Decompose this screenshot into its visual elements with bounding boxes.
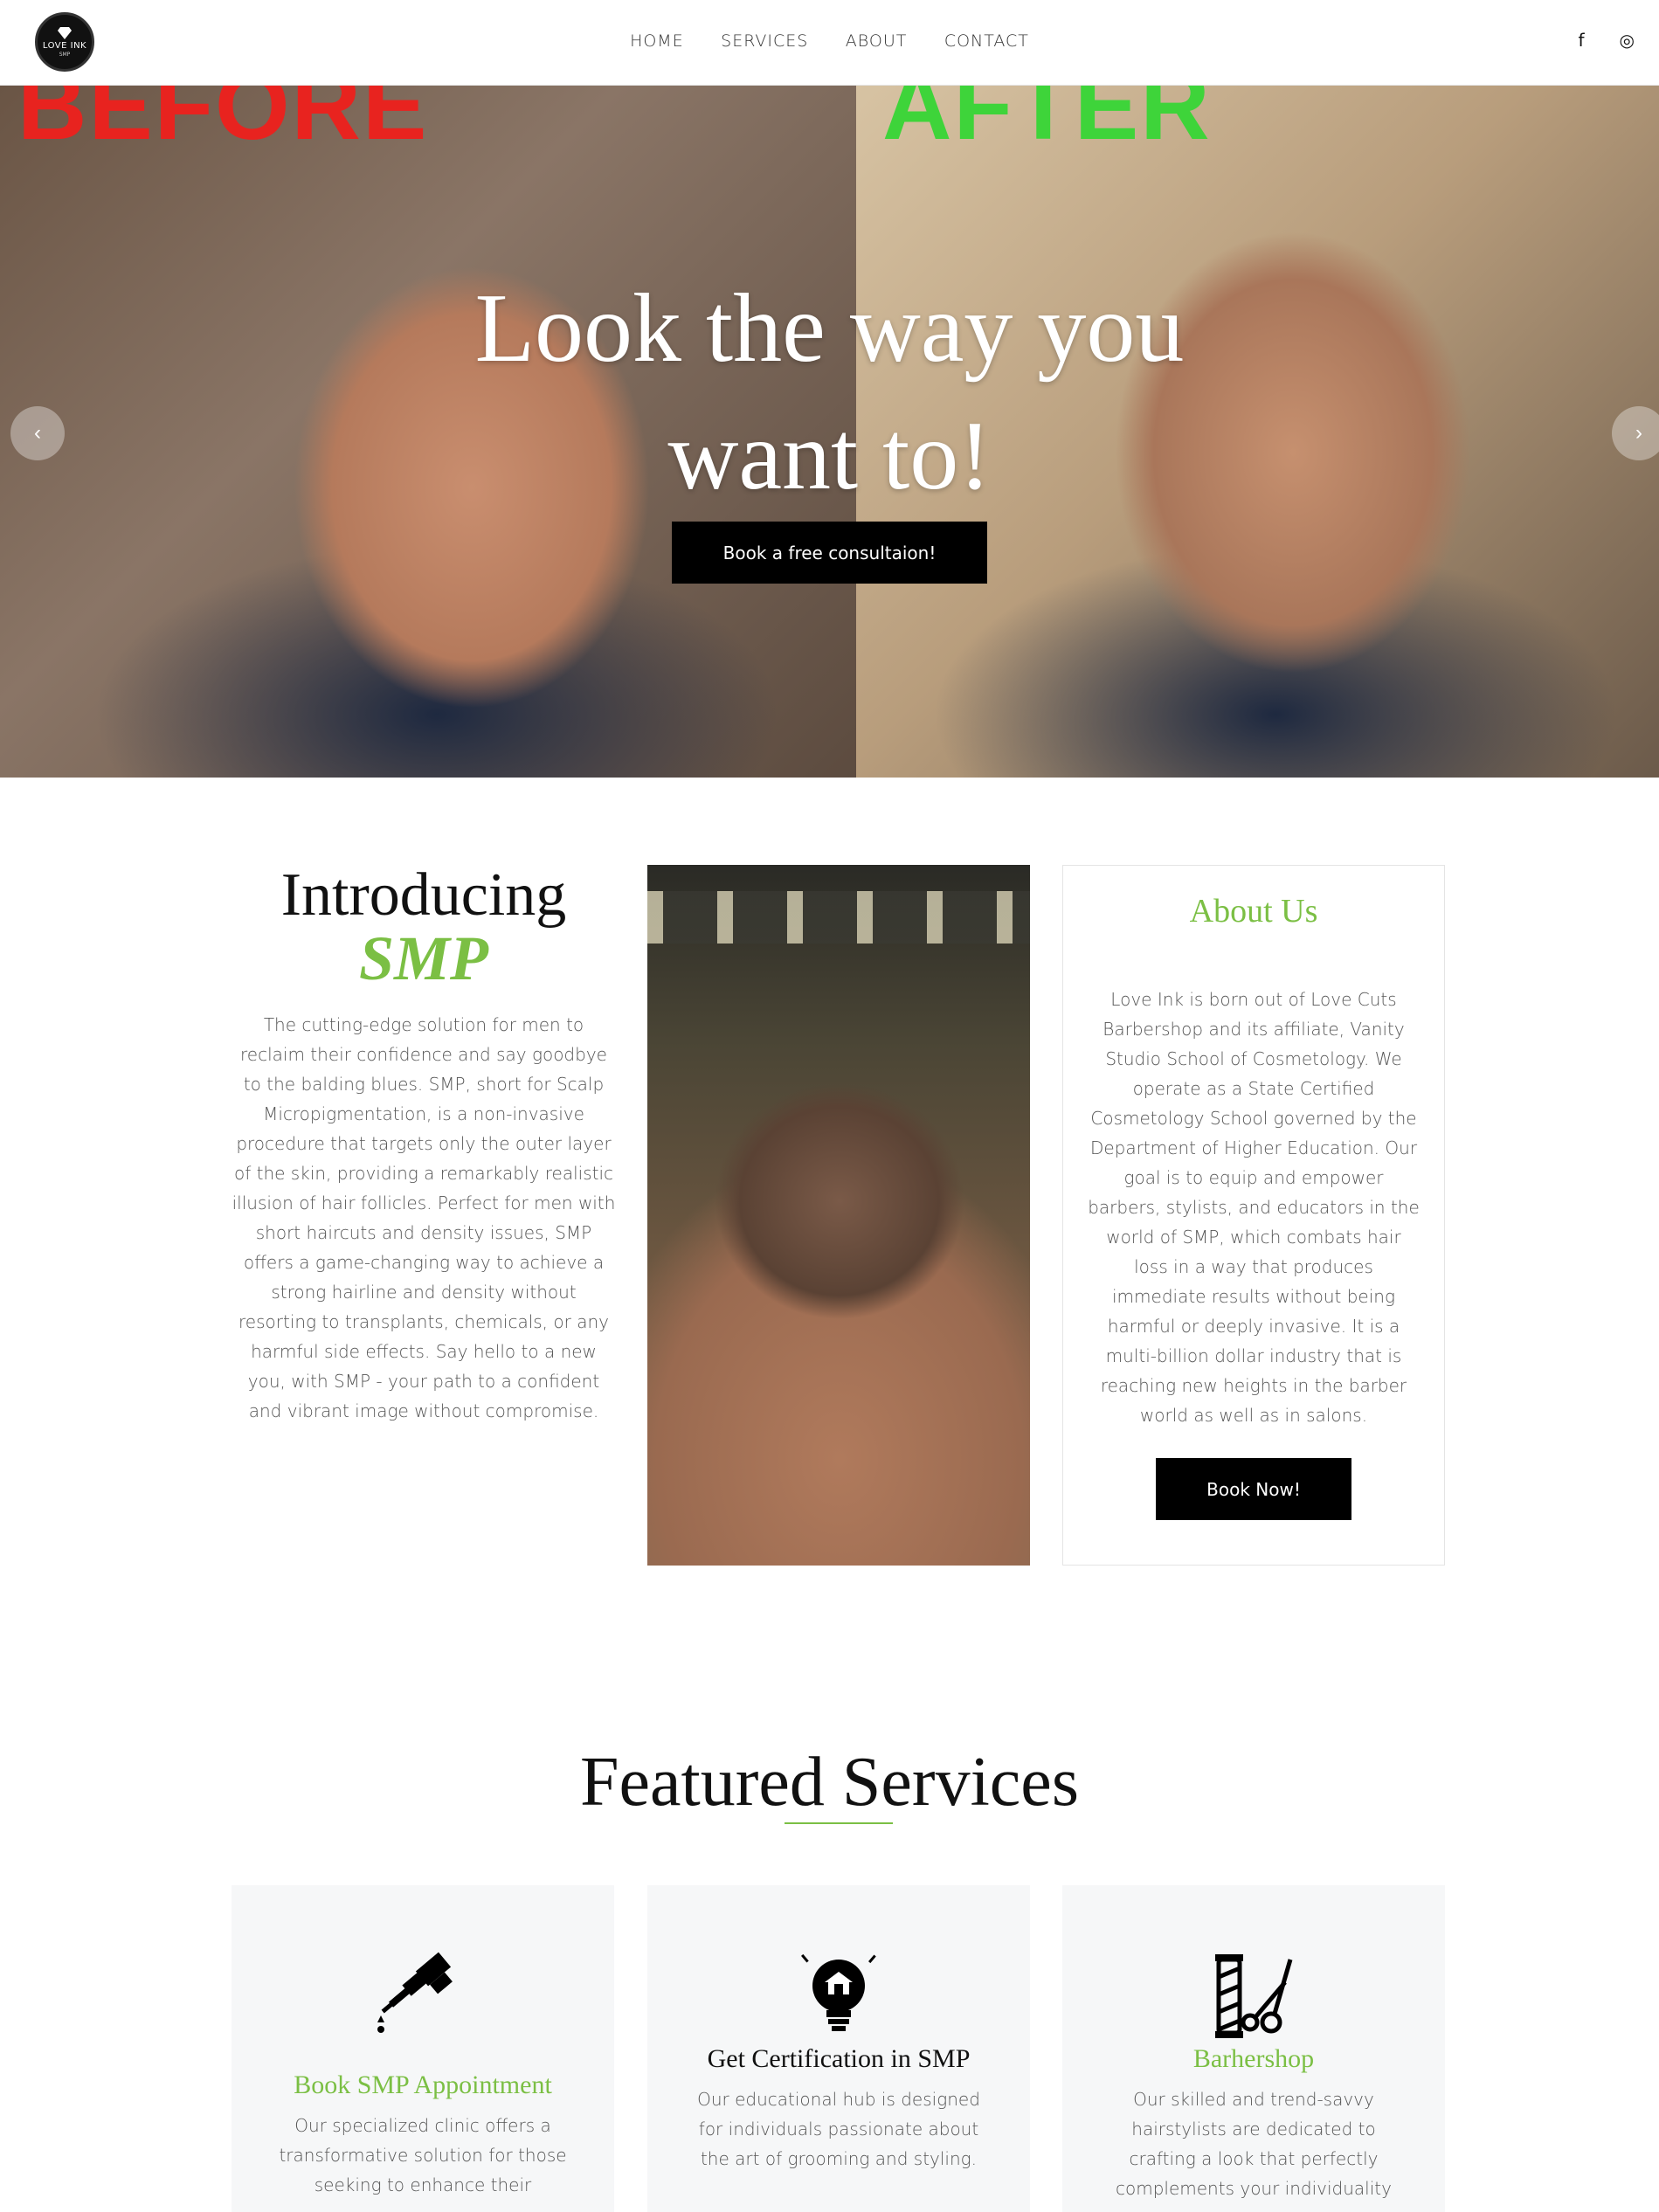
hero-slider: BEFORE AFTER Look the way you want to! B… (0, 86, 1659, 778)
title-underline (785, 1822, 893, 1824)
service-body: Our specialized clinic offers a transfor… (279, 2115, 567, 2195)
service-title: Barhershop (1192, 2044, 1315, 2073)
book-consultation-button[interactable]: Book a free consultaion! (672, 522, 987, 584)
scalp-photo (647, 865, 1030, 1566)
nav-contact[interactable]: CONTACT (944, 31, 1029, 51)
lightbulb-icon (801, 1953, 876, 2031)
intro-body: The cutting-edge solution for men to rec… (232, 1014, 616, 1421)
social-links: f ◎ (1579, 30, 1635, 51)
intro-heading: Introducing (280, 861, 567, 929)
hero-title-line-1: Look the way you (474, 274, 1185, 383)
barber-pole-scissors-icon (1215, 1954, 1293, 2038)
instagram-icon[interactable]: ◎ (1620, 30, 1635, 51)
tattoo-machine-icon (377, 1952, 453, 2033)
chevron-left-icon: ‹ (34, 421, 41, 445)
scalp-hairline (674, 1044, 1006, 1411)
hero-title: Look the way you want to! (0, 265, 1659, 520)
after-label: AFTER (882, 86, 1212, 160)
slider-next-button[interactable]: › (1612, 406, 1659, 460)
service-body: Our educational hub is designed for indi… (697, 2089, 980, 2169)
service-title: Book SMP Appointment (294, 2070, 552, 2099)
logo-subtext: SMP (59, 51, 71, 58)
about-heading: About Us (1189, 893, 1318, 930)
nav-about[interactable]: ABOUT (846, 31, 908, 51)
barbershop-lights (647, 891, 1030, 944)
service-card-barbershop[interactable]: Barhershop Our skilled and trend-savvy h… (1062, 1885, 1445, 2212)
intro-subheading: SMP (358, 923, 489, 993)
service-card-smp-appointment[interactable]: Book SMP Appointment Our specialized cli… (232, 1885, 614, 2212)
slider-prev-button[interactable]: ‹ (10, 406, 65, 460)
service-title: Get Certification in SMP (707, 2044, 971, 2073)
hero-title-line-2: want to! (667, 402, 992, 510)
about-card: About Us Love Ink is born out of Love Cu… (1062, 865, 1445, 1566)
about-body: Love Ink is born out of Love Cuts Barber… (1088, 989, 1420, 1426)
before-label: BEFORE (17, 86, 429, 160)
facebook-icon[interactable]: f (1579, 30, 1585, 51)
service-body: Our skilled and trend-savvy hairstylists… (1116, 2089, 1392, 2199)
main-nav: HOME SERVICES ABOUT CONTACT (0, 31, 1659, 51)
chevron-right-icon: › (1635, 421, 1642, 445)
site-header: LOVE INK SMP HOME SERVICES ABOUT CONTACT… (0, 0, 1659, 86)
nav-home[interactable]: HOME (630, 31, 684, 51)
book-now-button[interactable]: Book Now! (1156, 1458, 1351, 1520)
featured-title: Featured Services (580, 1744, 1079, 1821)
service-card-certification[interactable]: Get Certification in SMP Our educational… (647, 1885, 1030, 2212)
nav-services[interactable]: SERVICES (721, 31, 808, 51)
intro-section: Introducing SMP The cutting-edge solutio… (232, 865, 616, 1426)
